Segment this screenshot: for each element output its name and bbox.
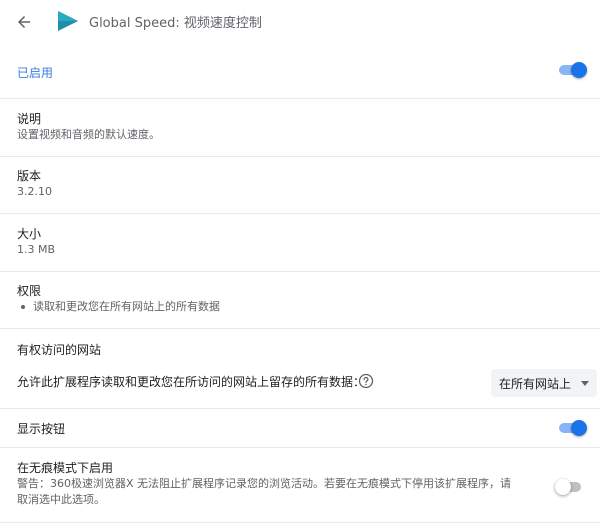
permissions-label: 权限 (17, 284, 42, 298)
page-title: Global Speed: 视频速度控制 (89, 16, 262, 31)
toggle-knob (571, 62, 587, 78)
show-button-label: 显示按钮 (17, 422, 66, 436)
size-section: 大小 1.3 MB (0, 226, 600, 258)
site-access-section: 有权访问的网站 (0, 342, 600, 358)
divider (0, 522, 600, 523)
site-access-select[interactable]: 在所有网站上 (491, 369, 597, 397)
divider (0, 213, 600, 214)
enabled-toggle[interactable] (557, 62, 587, 78)
site-access-heading: 有权访问的网站 (17, 343, 102, 357)
toggle-knob (555, 479, 571, 495)
enabled-row: 已启用 (0, 62, 600, 80)
version-label: 版本 (17, 169, 42, 183)
chevron-down-icon (581, 381, 589, 386)
size-label: 大小 (17, 227, 42, 241)
description-label: 说明 (17, 112, 42, 126)
site-access-selected: 在所有网站上 (499, 376, 572, 391)
back-button[interactable] (10, 8, 38, 36)
incognito-warning-line2: 取消选中此选项。 (17, 493, 105, 506)
show-button-row: 显示按钮 (0, 421, 600, 437)
toggle-knob (571, 420, 587, 436)
bullet-icon (21, 305, 25, 309)
play-triangle-icon (58, 11, 78, 31)
version-section: 版本 3.2.10 (0, 168, 600, 200)
description-section: 说明 设置视频和音频的默认速度。 (0, 111, 600, 143)
divider (0, 447, 600, 448)
enabled-label: 已启用 (17, 66, 54, 80)
incognito-label: 在无痕模式下启用 (17, 461, 114, 475)
size-value: 1.3 MB (17, 243, 56, 256)
incognito-warning-line1: 警告：360极速浏览器X 无法阻止扩展程序记录您的浏览活动。若要在无痕模式下停用… (17, 477, 512, 490)
divider (0, 156, 600, 157)
arrow-left-icon (18, 16, 30, 28)
divider (0, 408, 600, 409)
incognito-section: 在无痕模式下启用 警告：360极速浏览器X 无法阻止扩展程序记录您的浏览活动。若… (0, 460, 600, 508)
permission-item-text: 读取和更改您在所有网站上的所有数据 (33, 300, 220, 313)
permissions-section: 权限 读取和更改您在所有网站上的所有数据 (0, 283, 600, 315)
show-button-toggle[interactable] (557, 420, 587, 436)
divider (0, 271, 600, 272)
description-value: 设置视频和音频的默认速度。 (17, 128, 160, 141)
help-circle-icon[interactable] (358, 373, 374, 389)
version-value: 3.2.10 (17, 185, 52, 198)
incognito-toggle[interactable] (555, 479, 585, 495)
permission-item: 读取和更改您在所有网站上的所有数据 (17, 299, 586, 315)
page-header: Global Speed: 视频速度控制 (0, 0, 600, 44)
divider (0, 328, 600, 329)
divider (0, 98, 600, 99)
